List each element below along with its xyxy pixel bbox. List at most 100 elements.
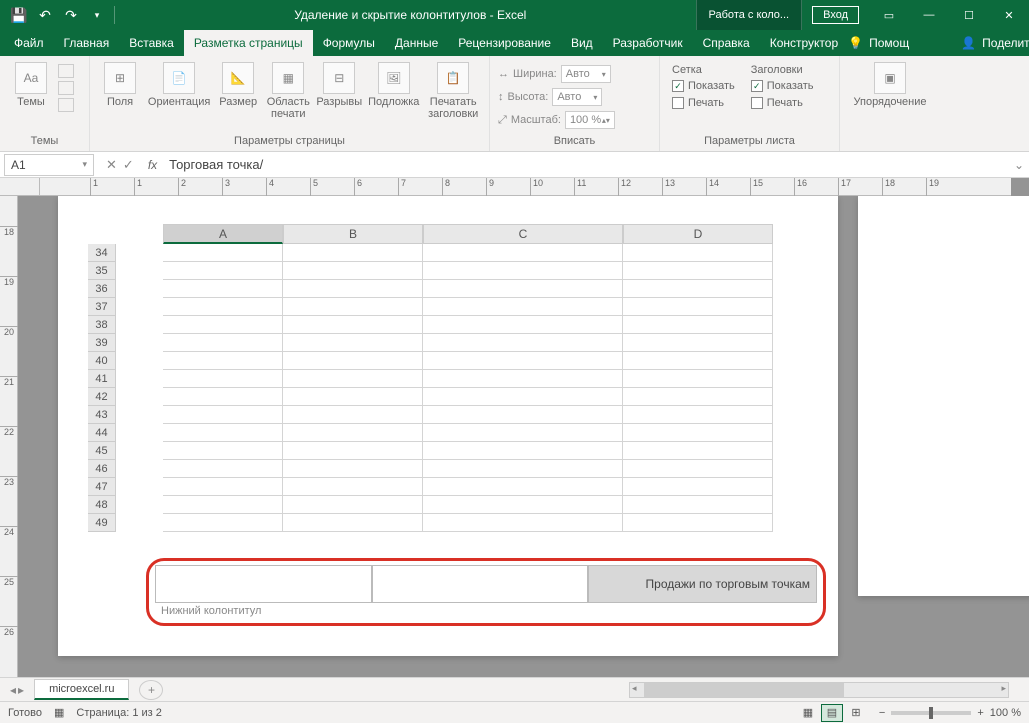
- cell[interactable]: [283, 352, 423, 370]
- cell[interactable]: [623, 352, 773, 370]
- grid-view-checkbox[interactable]: ✓Показать: [672, 79, 735, 93]
- row-header[interactable]: 37: [88, 298, 116, 316]
- expand-formula-bar-icon[interactable]: ⌄: [1009, 158, 1029, 172]
- cell[interactable]: [283, 424, 423, 442]
- cell[interactable]: [623, 478, 773, 496]
- cell[interactable]: [423, 244, 623, 262]
- tab-design[interactable]: Конструктор: [760, 30, 848, 56]
- colors-icon[interactable]: [58, 64, 74, 78]
- cell[interactable]: [283, 496, 423, 514]
- macro-record-icon[interactable]: ▦: [54, 706, 64, 719]
- horizontal-ruler[interactable]: 112345678910111213141516171819: [40, 178, 1011, 196]
- cell[interactable]: [283, 460, 423, 478]
- cell[interactable]: [623, 424, 773, 442]
- col-header-c[interactable]: C: [423, 224, 623, 244]
- cell[interactable]: [163, 496, 283, 514]
- cell[interactable]: [423, 460, 623, 478]
- footer-left-section[interactable]: [155, 565, 372, 603]
- login-button[interactable]: Вход: [812, 6, 859, 24]
- cell[interactable]: [623, 280, 773, 298]
- tab-file[interactable]: Файл: [4, 30, 54, 56]
- row-header[interactable]: 34: [88, 244, 116, 262]
- cell[interactable]: [623, 370, 773, 388]
- cell[interactable]: [163, 352, 283, 370]
- headings-view-checkbox[interactable]: ✓Показать: [751, 79, 814, 93]
- cell[interactable]: [423, 298, 623, 316]
- cell[interactable]: [163, 460, 283, 478]
- cell[interactable]: [283, 514, 423, 532]
- cell[interactable]: [163, 298, 283, 316]
- margins-button[interactable]: ⊞Поля: [96, 60, 144, 110]
- row-header[interactable]: 47: [88, 478, 116, 496]
- cell[interactable]: [163, 280, 283, 298]
- col-header-b[interactable]: B: [283, 224, 423, 244]
- fx-icon[interactable]: fx: [142, 158, 163, 172]
- cancel-icon[interactable]: ✕: [106, 157, 117, 173]
- cell[interactable]: [623, 262, 773, 280]
- page-layout-view-button[interactable]: ▤: [821, 704, 843, 722]
- cell[interactable]: [163, 442, 283, 460]
- cell[interactable]: [283, 442, 423, 460]
- horizontal-scrollbar[interactable]: ◂ ▸: [629, 682, 1009, 698]
- cell[interactable]: [423, 352, 623, 370]
- width-select[interactable]: Авто▾: [561, 65, 611, 83]
- cell[interactable]: [423, 424, 623, 442]
- zoom-level[interactable]: 100 %: [990, 707, 1021, 719]
- tab-help[interactable]: Справка: [693, 30, 760, 56]
- row-header[interactable]: 39: [88, 334, 116, 352]
- cell[interactable]: [423, 370, 623, 388]
- zoom-out-button[interactable]: −: [879, 707, 885, 719]
- cell[interactable]: [623, 298, 773, 316]
- scrollbar-thumb[interactable]: [644, 683, 844, 697]
- cell[interactable]: [623, 316, 773, 334]
- cell[interactable]: [423, 478, 623, 496]
- footer-right-section[interactable]: Продажи по торговым точкам: [588, 565, 817, 603]
- cell[interactable]: [283, 334, 423, 352]
- cell[interactable]: [423, 316, 623, 334]
- cell[interactable]: [283, 244, 423, 262]
- minimize-button[interactable]: —: [909, 0, 949, 30]
- cell[interactable]: [283, 406, 423, 424]
- cell[interactable]: [623, 244, 773, 262]
- cell[interactable]: [423, 406, 623, 424]
- row-header[interactable]: 40: [88, 352, 116, 370]
- cell[interactable]: [283, 316, 423, 334]
- tab-data[interactable]: Данные: [385, 30, 448, 56]
- zoom-slider[interactable]: [891, 711, 971, 715]
- row-header[interactable]: 45: [88, 442, 116, 460]
- contextual-tab-label[interactable]: Работа с коло...: [696, 0, 803, 30]
- print-titles-button[interactable]: 📋Печатать заголовки: [423, 60, 483, 122]
- tab-nav-prev-icon[interactable]: ◂: [10, 683, 16, 697]
- tell-me-input[interactable]: Помощ: [869, 36, 909, 50]
- normal-view-button[interactable]: ▦: [797, 704, 819, 722]
- save-icon[interactable]: 💾: [8, 4, 30, 26]
- row-header[interactable]: 48: [88, 496, 116, 514]
- close-button[interactable]: ✕: [989, 0, 1029, 30]
- breaks-button[interactable]: ⊟Разрывы: [314, 60, 364, 110]
- arrange-button[interactable]: ▣Упорядочение: [846, 60, 934, 110]
- cell[interactable]: [283, 388, 423, 406]
- formula-input[interactable]: Торговая точка/: [163, 157, 1009, 172]
- tab-home[interactable]: Главная: [54, 30, 120, 56]
- height-select[interactable]: Авто▾: [552, 88, 602, 106]
- cell[interactable]: [163, 334, 283, 352]
- cell[interactable]: [283, 262, 423, 280]
- ribbon-display-icon[interactable]: ▭: [869, 0, 909, 30]
- row-header[interactable]: 42: [88, 388, 116, 406]
- cell-grid[interactable]: [163, 244, 773, 532]
- headings-print-checkbox[interactable]: Печать: [751, 96, 814, 110]
- maximize-button[interactable]: ☐: [949, 0, 989, 30]
- fonts-icon[interactable]: [58, 81, 74, 95]
- cell[interactable]: [423, 280, 623, 298]
- undo-icon[interactable]: ↶: [34, 4, 56, 26]
- cell[interactable]: [163, 406, 283, 424]
- cell[interactable]: [163, 244, 283, 262]
- cell[interactable]: [623, 334, 773, 352]
- cell[interactable]: [423, 514, 623, 532]
- cell[interactable]: [283, 280, 423, 298]
- enter-icon[interactable]: ✓: [123, 157, 134, 173]
- row-header[interactable]: 49: [88, 514, 116, 532]
- cell[interactable]: [423, 442, 623, 460]
- cell[interactable]: [163, 316, 283, 334]
- row-header[interactable]: 46: [88, 460, 116, 478]
